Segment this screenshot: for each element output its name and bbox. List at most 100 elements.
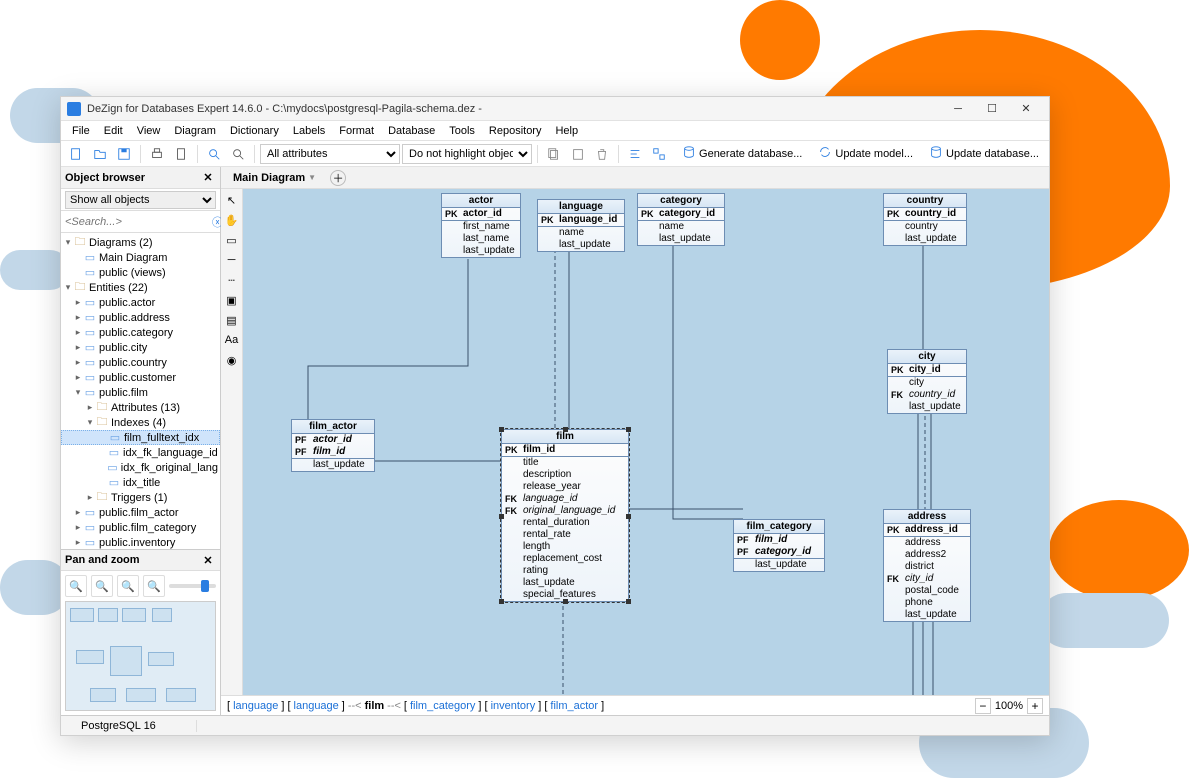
object-browser-close[interactable]: ✕	[200, 171, 216, 184]
entity-tool[interactable]: ▭	[223, 231, 241, 249]
breadcrumb-link[interactable]: film_category	[410, 700, 475, 712]
resize-handle[interactable]	[499, 514, 504, 519]
entity-film-category[interactable]: film_category PFfilm_id PFcategory_id la…	[733, 519, 825, 572]
bg-blob	[1039, 593, 1169, 648]
entity-country[interactable]: country PKcountry_id country last_update	[883, 193, 967, 246]
copy-button[interactable]	[543, 143, 565, 165]
zoom-button[interactable]	[227, 143, 249, 165]
entity-language[interactable]: language PKlanguage_id name last_update	[537, 199, 625, 252]
minimize-button[interactable]: ─	[941, 98, 975, 120]
resize-handle[interactable]	[626, 427, 631, 432]
panzoom-header: Pan and zoom ✕	[61, 549, 220, 571]
title-bar: DeZign for Databases Expert 14.6.0 - C:\…	[61, 97, 1049, 121]
entity-category[interactable]: category PKcategory_id name last_update	[637, 193, 725, 246]
hand-tool[interactable]: ✋	[223, 211, 241, 229]
update-database-button[interactable]: Update database...	[923, 143, 1045, 164]
database-icon	[682, 145, 696, 162]
bg-blob	[1049, 500, 1189, 600]
resize-handle[interactable]	[499, 599, 504, 604]
menu-bar: File Edit View Diagram Dictionary Labels…	[61, 121, 1049, 141]
pointer-tool[interactable]: ↖	[223, 191, 241, 209]
menu-diagram[interactable]: Diagram	[167, 123, 223, 139]
zoom-out-button[interactable]: −	[975, 698, 991, 714]
resize-handle[interactable]	[626, 514, 631, 519]
diagram-tabbar: Main Diagram▼ ＋	[221, 167, 1049, 189]
entity-film[interactable]: film PKfilm_id title description release…	[501, 429, 629, 602]
breadcrumb-bar: [language] [language] --< film --< [film…	[221, 695, 1049, 715]
panzoom-minimap[interactable]	[65, 601, 216, 711]
menu-repository[interactable]: Repository	[482, 123, 549, 139]
breadcrumb-current: film	[365, 700, 385, 712]
view-tool[interactable]: ▣	[223, 291, 241, 309]
layout-button[interactable]	[648, 143, 670, 165]
object-browser-header: Object browser ✕	[61, 167, 220, 189]
search-button[interactable]	[203, 143, 225, 165]
resize-handle[interactable]	[626, 599, 631, 604]
menu-file[interactable]: File	[65, 123, 97, 139]
left-column: Object browser ✕ Show all objects ⓧ ▾🗀Di…	[61, 167, 221, 715]
zoom-slider[interactable]	[169, 584, 216, 588]
tool-palette: ↖ ✋ ▭ ─ ┄ ▣ ▤ Aa ◉	[221, 189, 243, 695]
menu-tools[interactable]: Tools	[442, 123, 482, 139]
menu-labels[interactable]: Labels	[286, 123, 332, 139]
paste-button[interactable]	[567, 143, 589, 165]
maximize-button[interactable]: ☐	[975, 98, 1009, 120]
zoom-reset-icon[interactable]: 🔍	[143, 575, 165, 597]
chevron-down-icon: ▼	[308, 173, 316, 182]
save-button[interactable]	[113, 143, 135, 165]
delete-button[interactable]	[591, 143, 613, 165]
zoom-fit-icon[interactable]: 🔍	[117, 575, 139, 597]
menu-edit[interactable]: Edit	[97, 123, 130, 139]
entity-city[interactable]: city PKcity_id city FKcountry_id last_up…	[887, 349, 967, 414]
object-browser-filter[interactable]: Show all objects	[65, 191, 216, 209]
panzoom-close[interactable]: ✕	[200, 554, 216, 567]
menu-dictionary[interactable]: Dictionary	[223, 123, 286, 139]
resize-handle[interactable]	[499, 427, 504, 432]
breadcrumb-link[interactable]: language	[294, 700, 339, 712]
attributes-dropdown[interactable]: All attributes	[260, 144, 400, 164]
bg-blob	[740, 0, 820, 80]
object-browser-search[interactable]	[61, 211, 212, 232]
align-button[interactable]	[624, 143, 646, 165]
update-model-button[interactable]: Update model...	[812, 143, 919, 164]
open-button[interactable]	[89, 143, 111, 165]
highlight-dropdown[interactable]: Do not highlight objects	[402, 144, 532, 164]
print-preview-button[interactable]	[170, 143, 192, 165]
breadcrumb-link[interactable]: film_actor	[550, 700, 598, 712]
status-bar: PostgreSQL 16	[61, 715, 1049, 735]
new-button[interactable]	[65, 143, 87, 165]
resize-handle[interactable]	[563, 599, 568, 604]
add-tab-button[interactable]: ＋	[330, 170, 346, 186]
menu-help[interactable]: Help	[548, 123, 585, 139]
menu-view[interactable]: View	[130, 123, 168, 139]
zoom-in-icon[interactable]: 🔍	[65, 575, 87, 597]
entity-film-actor[interactable]: film_actor PFactor_id PFfilm_id last_upd…	[291, 419, 375, 472]
stamp-tool[interactable]: ◉	[223, 351, 241, 369]
menu-format[interactable]: Format	[332, 123, 381, 139]
entity-address[interactable]: address PKaddress_id address address2 di…	[883, 509, 971, 622]
resize-handle[interactable]	[563, 427, 568, 432]
tab-main-diagram[interactable]: Main Diagram▼	[225, 170, 324, 186]
diagram-canvas[interactable]: actor PKactor_id first_name last_name la…	[243, 189, 1049, 695]
toolbar: All attributes Do not highlight objects …	[61, 141, 1049, 167]
relation2-tool[interactable]: ┄	[223, 271, 241, 289]
menu-database[interactable]: Database	[381, 123, 442, 139]
text-tool[interactable]: Aa	[223, 331, 241, 349]
note-tool[interactable]: ▤	[223, 311, 241, 329]
relation-tool[interactable]: ─	[223, 251, 241, 269]
print-button[interactable]	[146, 143, 168, 165]
zoom-out-icon[interactable]: 🔍	[91, 575, 113, 597]
app-window: DeZign for Databases Expert 14.6.0 - C:\…	[60, 96, 1050, 736]
breadcrumb-link[interactable]: inventory	[491, 700, 536, 712]
tree-item-selected: ▭film_fulltext_idx	[61, 430, 220, 445]
close-button[interactable]: ✕	[1009, 98, 1043, 120]
breadcrumb-link[interactable]: language	[233, 700, 278, 712]
entity-actor[interactable]: actor PKactor_id first_name last_name la…	[441, 193, 521, 258]
zoom-in-button[interactable]: +	[1027, 698, 1043, 714]
zoom-level: 100%	[995, 700, 1023, 712]
database-icon	[929, 145, 943, 162]
status-db: PostgreSQL 16	[67, 720, 197, 732]
generate-database-button[interactable]: Generate database...	[676, 143, 808, 164]
window-title: DeZign for Databases Expert 14.6.0 - C:\…	[87, 103, 941, 115]
object-tree[interactable]: ▾🗀Diagrams (2) ▭Main Diagram ▭public (vi…	[61, 233, 220, 549]
